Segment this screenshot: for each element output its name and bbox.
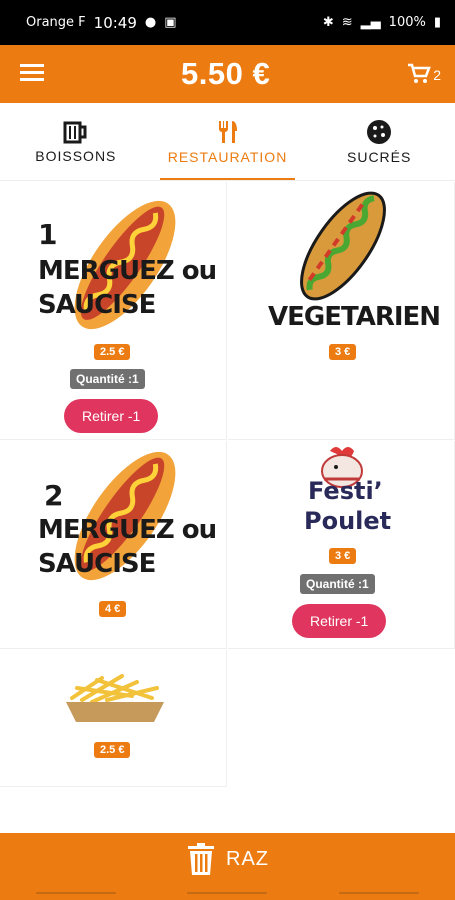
quantity-badge: Quantité :1 [70,369,145,389]
product-name-line2: Poulet [304,507,392,535]
wifi-icon: ≋ [341,15,353,30]
menu-icon[interactable] [20,63,44,86]
category-tabs: BOISSONS RESTAURATION SUCRÉS [0,103,455,181]
product-number: 2 [44,479,64,512]
cart-button[interactable]: 2 [407,63,441,85]
cart-count: 2 [433,67,441,83]
reset-label: RAZ [226,847,269,870]
fork-knife-icon [218,120,237,143]
product-name-line1: Festi’ [308,477,383,505]
cart-icon [408,63,432,83]
price-badge: 3 € [329,548,357,564]
tab-restauration[interactable]: RESTAURATION [152,103,304,180]
tab-boissons[interactable]: BOISSONS [0,103,152,180]
nav-hint [187,891,268,894]
product-card[interactable]: 2 MERGUEZ ou SAUCISE 4 € [0,441,227,649]
bluetooth-icon: ✱ [322,15,334,30]
price-badge: 3 € [329,344,357,360]
fries-image [66,674,164,722]
reset-button[interactable]: RAZ [0,833,455,885]
product-number: 1 [38,218,58,251]
product-card[interactable]: 1 MERGUEZ ou SAUCISE 2.5 € Quantité :1 R… [0,182,227,440]
sandwich-image [300,191,386,301]
product-name-line1: MERGUEZ ou [38,256,217,286]
product-card[interactable]: VEGETARIEN 3 € [228,182,455,440]
signal-icon: ▂▄ [360,15,381,30]
cookie-icon [367,119,392,144]
mug-icon [63,121,87,143]
product-name-line2: SAUCISE [38,290,156,320]
gesture-nav-bar [0,885,455,900]
product-name-line1: MERGUEZ ou [38,515,217,545]
trash-icon [188,843,214,875]
price-badge: 2.5 € [94,344,131,360]
product-name-line1: VEGETARIEN [268,302,441,332]
remove-button[interactable]: Retirer -1 [64,399,159,433]
status-bar: Orange F 10:49 ● ▣ ✱ ≋ ▂▄ 100% ▮ [0,0,455,45]
clock: 10:49 [93,13,137,32]
cart-total: 5.50 € [181,56,271,91]
product-card[interactable]: Festi’ Poulet 3 € Quantité :1 Retirer -1 [228,441,455,649]
remove-button[interactable]: Retirer -1 [292,604,387,638]
image-icon: ▣ [164,15,177,30]
nav-hint [35,891,116,894]
quantity-badge: Quantité :1 [300,574,375,594]
price-badge: 4 € [99,601,127,617]
battery-icon: ▮ [433,15,441,30]
tab-sucres[interactable]: SUCRÉS [303,103,455,180]
tab-label: BOISSONS [35,147,117,164]
top-app-bar: 5.50 € 2 [0,45,455,103]
carrier-name: Orange F [26,15,86,30]
product-name-line2: SAUCISE [38,549,156,579]
tab-label: RESTAURATION [167,148,288,165]
price-badge: 2.5 € [94,742,131,758]
battery-level: 100% [388,15,426,30]
nav-hint [339,891,420,894]
product-card[interactable]: 2.5 € [0,650,227,787]
location-icon: ● [144,15,157,30]
tab-label: SUCRÉS [347,148,412,165]
